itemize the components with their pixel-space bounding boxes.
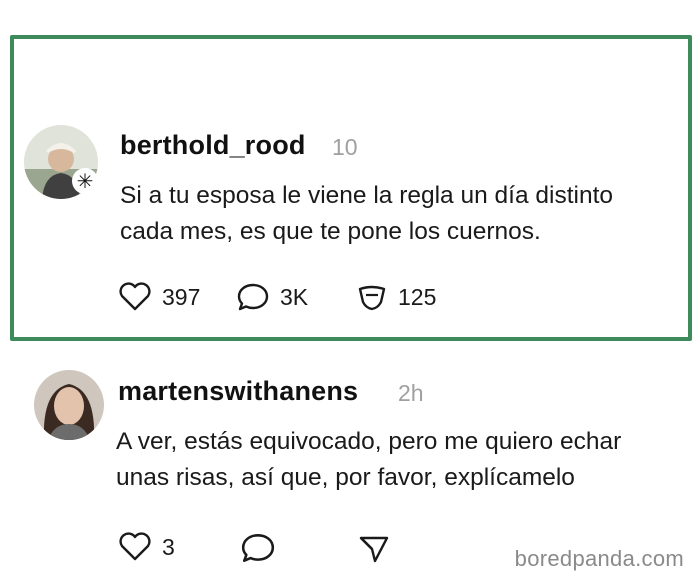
reply-count: 3K — [280, 283, 309, 310]
like-count: 397 — [162, 283, 201, 310]
post-card-1: ✳ berthold_rood 10 Si a tu esposa le vie… — [0, 0, 700, 346]
watermark: boredpanda.com — [514, 546, 684, 571]
share-icon — [359, 536, 389, 563]
repost-count: 125 — [398, 283, 437, 310]
username[interactable]: martenswithanens — [118, 376, 358, 407]
timestamp: 10 — [332, 134, 358, 160]
like-button[interactable]: 397 — [118, 282, 200, 312]
comment-text: Si a tu esposa le viene la regla un día … — [120, 182, 614, 245]
reply-button[interactable] — [240, 532, 276, 564]
comment-icon — [237, 283, 269, 311]
comment-text: A ver, estás equivocado, pero me quiero … — [116, 428, 622, 491]
avatar[interactable] — [34, 370, 104, 440]
badge-icon: ✳ — [72, 168, 98, 194]
reply-button[interactable]: 3K — [236, 282, 308, 312]
username[interactable]: berthold_rood — [120, 130, 306, 161]
like-button[interactable]: 3 — [118, 532, 175, 562]
timestamp: 2h — [398, 380, 424, 406]
like-count: 3 — [162, 533, 175, 560]
repost-icon — [358, 285, 386, 311]
heart-icon — [119, 532, 151, 561]
share-button[interactable] — [358, 534, 390, 564]
comment-icon — [241, 534, 275, 562]
heart-icon — [119, 282, 151, 311]
repost-button[interactable]: 125 — [356, 282, 436, 312]
